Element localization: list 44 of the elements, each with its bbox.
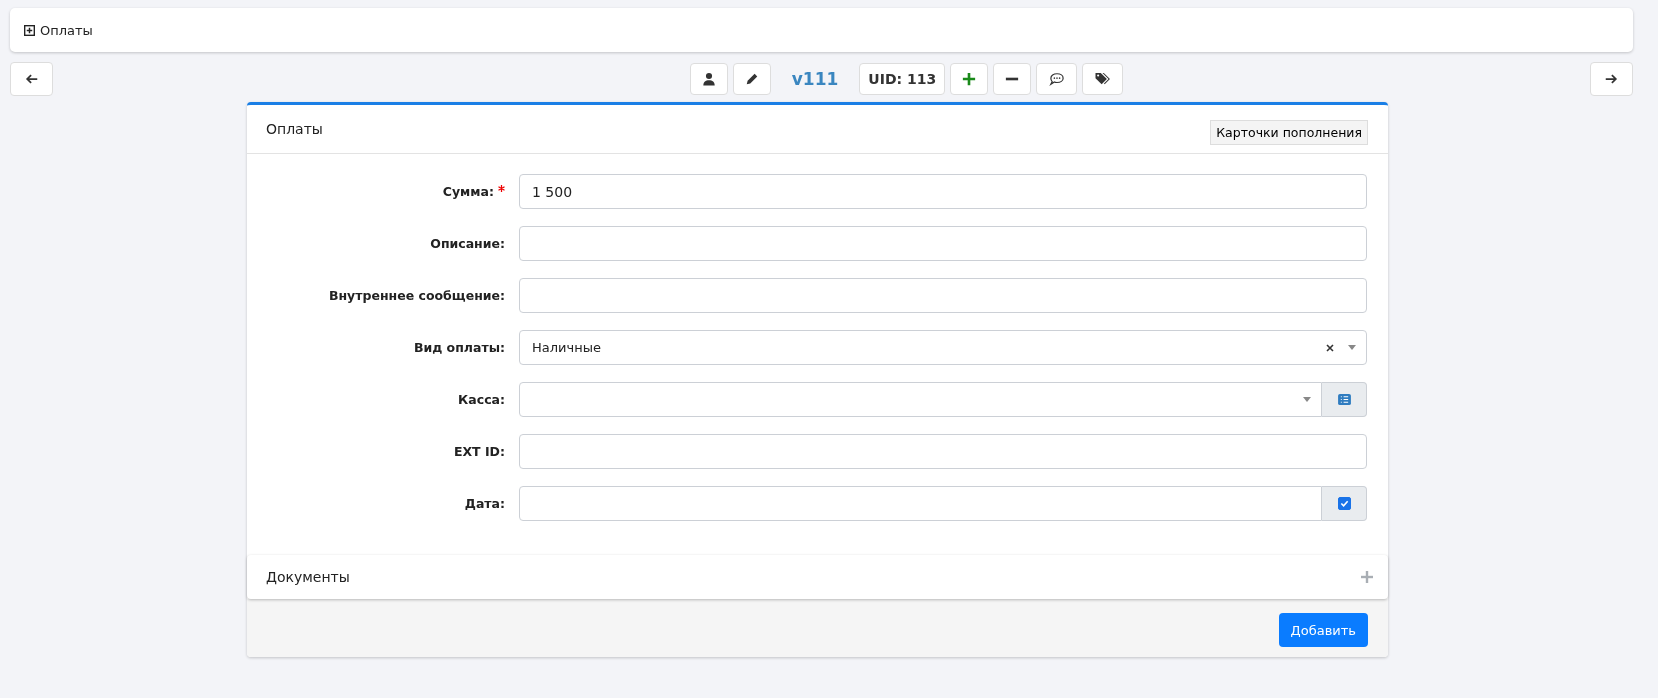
edit-button[interactable] — [732, 62, 771, 95]
input-field[interactable] — [519, 434, 1367, 469]
expand-plus-icon[interactable] — [1361, 571, 1373, 583]
documents-title: Документы — [266, 569, 350, 585]
top-up-cards-button[interactable]: Карточки пополнения — [1210, 119, 1368, 145]
user-icon — [701, 71, 716, 86]
input-field[interactable]: 1 500 — [519, 174, 1367, 209]
plus-icon — [962, 71, 977, 86]
clear-icon[interactable] — [1326, 343, 1334, 352]
comment-button[interactable] — [1036, 62, 1078, 95]
field-label: Сумма: — [442, 184, 494, 199]
version-label: v111 — [791, 68, 839, 89]
field-label: Дата: — [464, 496, 505, 511]
pencil-icon — [744, 71, 759, 86]
right-arrow-icon — [1604, 71, 1619, 86]
date-field[interactable] — [519, 486, 1322, 521]
required-asterisk-icon — [498, 185, 505, 192]
checkbox[interactable] — [1337, 497, 1351, 510]
select-field[interactable] — [519, 382, 1322, 417]
field-label: Вид оплаты: — [413, 340, 505, 355]
expand-toggle[interactable]: Оплаты — [24, 22, 93, 38]
field-label: Касса: — [458, 392, 505, 407]
uid-badge: UID: 113 — [859, 62, 946, 95]
caret-icon — [1348, 345, 1356, 350]
input-field[interactable] — [519, 278, 1367, 313]
speech-bubble-icon — [1048, 71, 1065, 86]
left-arrow-icon — [24, 71, 39, 86]
field-label: Внутреннее сообщение: — [328, 288, 505, 303]
field-label: EXT ID: — [453, 444, 505, 459]
add-button[interactable]: Добавить — [1278, 613, 1368, 647]
add-button[interactable] — [950, 62, 989, 95]
back-button[interactable] — [10, 61, 53, 96]
select-field[interactable]: Наличные — [519, 330, 1367, 365]
input-field[interactable] — [519, 226, 1367, 261]
card-title: Оплаты — [266, 121, 323, 137]
list-icon — [1337, 394, 1351, 405]
tags-icon — [1094, 71, 1112, 86]
field-label: Описание: — [430, 236, 505, 251]
forward-button[interactable] — [1590, 61, 1633, 96]
list-button[interactable] — [1322, 382, 1367, 417]
user-button[interactable] — [689, 62, 728, 95]
expand-icon — [24, 24, 35, 36]
tags-button[interactable] — [1082, 62, 1124, 95]
caret-icon — [1303, 397, 1311, 402]
